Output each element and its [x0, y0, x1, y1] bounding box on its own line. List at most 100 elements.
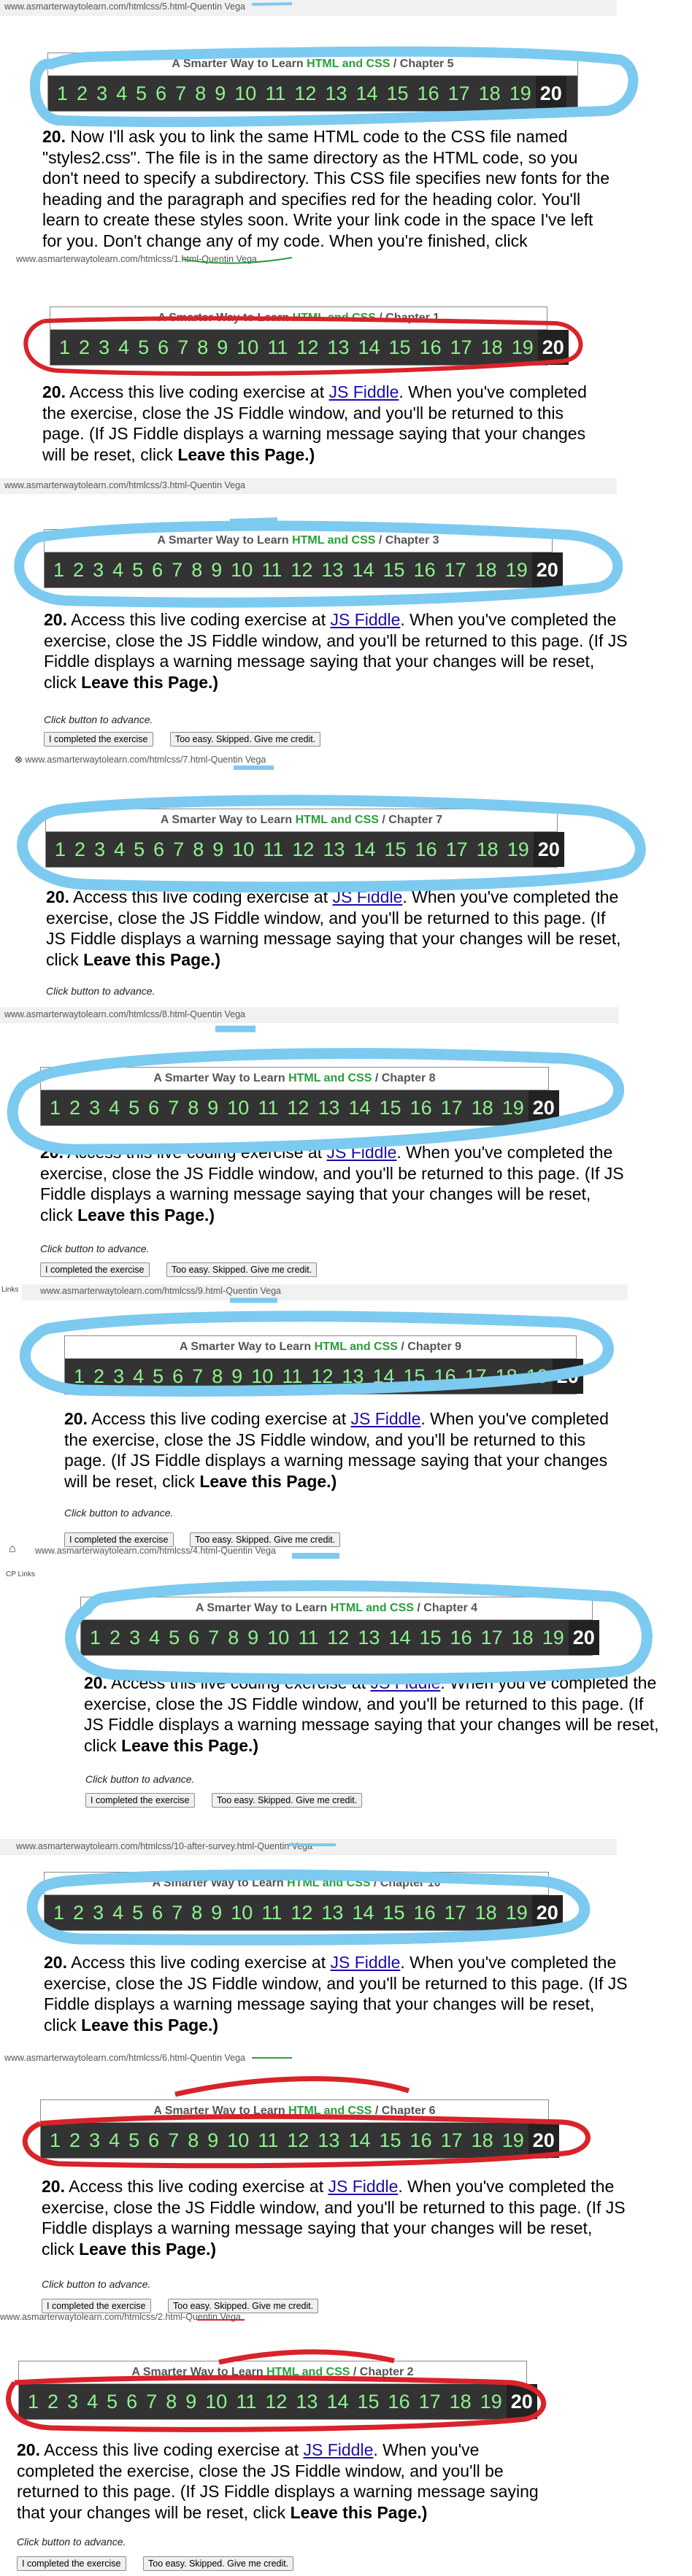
nav-link[interactable]: 12: [286, 1895, 317, 1930]
nav-link[interactable]: 12: [288, 832, 318, 867]
nav-link[interactable]: 8: [191, 76, 210, 111]
nav-link[interactable]: 13: [337, 1359, 368, 1394]
nav-link[interactable]: 13: [318, 832, 349, 867]
address-url[interactable]: ⊗ www.asmarterwaytolearn.com/htmlcss/7.h…: [15, 754, 266, 766]
js-fiddle-link[interactable]: JS Fiddle: [350, 1409, 420, 1428]
nav-link[interactable]: 6: [153, 330, 173, 365]
nav-link[interactable]: 17: [477, 1620, 507, 1655]
nav-link[interactable]: 7: [164, 1090, 183, 1125]
nav-link[interactable]: 14: [349, 832, 380, 867]
js-fiddle-link[interactable]: JS Fiddle: [303, 2440, 373, 2459]
nav-link[interactable]: 2: [89, 1359, 109, 1394]
nav-link[interactable]: 16: [406, 1090, 437, 1125]
js-fiddle-link[interactable]: JS Fiddle: [328, 382, 399, 401]
nav-link[interactable]: 13: [353, 1620, 384, 1655]
nav-link[interactable]: 10: [226, 552, 257, 587]
nav-link[interactable]: 4: [82, 2384, 102, 2419]
nav-link[interactable]: 9: [207, 1895, 226, 1930]
nav-link[interactable]: 19: [503, 832, 534, 867]
nav-link[interactable]: 6: [151, 76, 171, 111]
nav-link[interactable]: 7: [167, 1895, 187, 1930]
nav-link[interactable]: 1: [69, 1359, 89, 1394]
nav-link[interactable]: 6: [168, 1359, 188, 1394]
nav-link[interactable]: 18: [477, 330, 507, 365]
nav-link[interactable]: 15: [375, 1090, 406, 1125]
nav-link[interactable]: 2: [69, 1895, 88, 1930]
skip-exercise-button[interactable]: Too easy. Skipped. Give me credit.: [170, 732, 321, 747]
bookmarks-cp-links[interactable]: CP Links: [6, 1570, 35, 1578]
address-url[interactable]: www.asmarterwaytolearn.com/htmlcss/9.htm…: [40, 1286, 281, 1296]
nav-link[interactable]: 11: [253, 1090, 282, 1125]
nav-link[interactable]: 3: [94, 330, 114, 365]
nav-link[interactable]: 18: [507, 1620, 538, 1655]
nav-link[interactable]: 4: [112, 76, 131, 111]
js-fiddle-link[interactable]: JS Fiddle: [370, 1673, 440, 1692]
address-url[interactable]: www.asmarterwaytolearn.com/htmlcss/10-af…: [16, 1841, 312, 1851]
nav-link[interactable]: 5: [134, 330, 153, 365]
nav-link[interactable]: 1: [85, 1620, 105, 1655]
js-fiddle-link[interactable]: JS Fiddle: [326, 1143, 396, 1162]
close-icon[interactable]: ⊗: [15, 754, 23, 765]
nav-link[interactable]: 12: [286, 552, 317, 587]
nav-link[interactable]: 18: [467, 2123, 498, 2158]
nav-link[interactable]: 10: [263, 1620, 293, 1655]
home-icon[interactable]: ⌂: [9, 1543, 16, 1556]
address-url[interactable]: www.asmarterwaytolearn.com/htmlcss/8.htm…: [4, 1009, 245, 1019]
nav-link[interactable]: 7: [171, 76, 191, 111]
nav-link[interactable]: 2: [72, 76, 92, 111]
nav-link[interactable]: 15: [379, 1895, 410, 1930]
nav-link[interactable]: 17: [440, 1895, 471, 1930]
nav-link[interactable]: 16: [411, 832, 442, 867]
nav-link[interactable]: 11: [258, 832, 288, 867]
nav-link[interactable]: 8: [161, 2384, 181, 2419]
nav-link[interactable]: 17: [442, 832, 472, 867]
nav-link[interactable]: 9: [181, 2384, 201, 2419]
nav-link-current[interactable]: 20: [533, 832, 564, 867]
nav-link[interactable]: 17: [437, 2123, 467, 2158]
nav-link[interactable]: 1: [23, 2384, 43, 2419]
nav-link[interactable]: 1: [45, 1090, 65, 1125]
nav-link[interactable]: 16: [410, 552, 440, 587]
nav-link[interactable]: 2: [105, 1620, 125, 1655]
nav-link[interactable]: 8: [223, 1620, 243, 1655]
nav-link[interactable]: 19: [505, 76, 536, 111]
nav-link[interactable]: 18: [445, 2384, 476, 2419]
nav-link[interactable]: 2: [74, 330, 94, 365]
nav-link[interactable]: 17: [444, 76, 474, 111]
nav-link[interactable]: 3: [63, 2384, 82, 2419]
nav-link[interactable]: 2: [43, 2384, 63, 2419]
nav-link[interactable]: 3: [85, 2123, 104, 2158]
nav-link[interactable]: 10: [223, 2123, 253, 2158]
address-url[interactable]: www.asmarterwaytolearn.com/htmlcss/1.htm…: [16, 254, 257, 264]
nav-link[interactable]: 2: [65, 2123, 85, 2158]
address-url[interactable]: www.asmarterwaytolearn.com/htmlcss/2.htm…: [0, 2312, 241, 2322]
nav-link[interactable]: 11: [257, 1895, 286, 1930]
nav-link[interactable]: 5: [102, 2384, 122, 2419]
nav-link[interactable]: 13: [313, 1090, 344, 1125]
nav-link[interactable]: 9: [212, 330, 232, 365]
nav-link[interactable]: 11: [257, 552, 286, 587]
nav-link[interactable]: 9: [203, 1090, 223, 1125]
nav-link[interactable]: 6: [147, 1895, 167, 1930]
nav-link[interactable]: 19: [538, 1620, 569, 1655]
nav-link[interactable]: 12: [292, 330, 323, 365]
nav-link[interactable]: 16: [446, 1620, 477, 1655]
nav-link[interactable]: 8: [188, 832, 208, 867]
nav-link[interactable]: 13: [317, 1895, 347, 1930]
nav-link-current[interactable]: 20: [528, 2123, 559, 2158]
nav-link[interactable]: 13: [313, 2123, 344, 2158]
nav-link[interactable]: 5: [131, 76, 151, 111]
address-url[interactable]: www.asmarterwaytolearn.com/htmlcss/3.htm…: [4, 480, 245, 490]
nav-link[interactable]: 18: [471, 1895, 501, 1930]
nav-link[interactable]: 6: [147, 552, 167, 587]
nav-link[interactable]: 7: [169, 832, 188, 867]
nav-link[interactable]: 15: [415, 1620, 446, 1655]
nav-link[interactable]: 4: [108, 552, 128, 587]
nav-link[interactable]: 9: [243, 1620, 263, 1655]
address-url[interactable]: www.asmarterwaytolearn.com/htmlcss/6.htm…: [4, 2053, 245, 2063]
nav-link[interactable]: 5: [129, 832, 149, 867]
nav-link[interactable]: 14: [344, 1090, 374, 1125]
nav-link[interactable]: 18: [467, 1090, 498, 1125]
nav-link[interactable]: 17: [437, 1090, 467, 1125]
nav-link[interactable]: 3: [88, 1895, 108, 1930]
